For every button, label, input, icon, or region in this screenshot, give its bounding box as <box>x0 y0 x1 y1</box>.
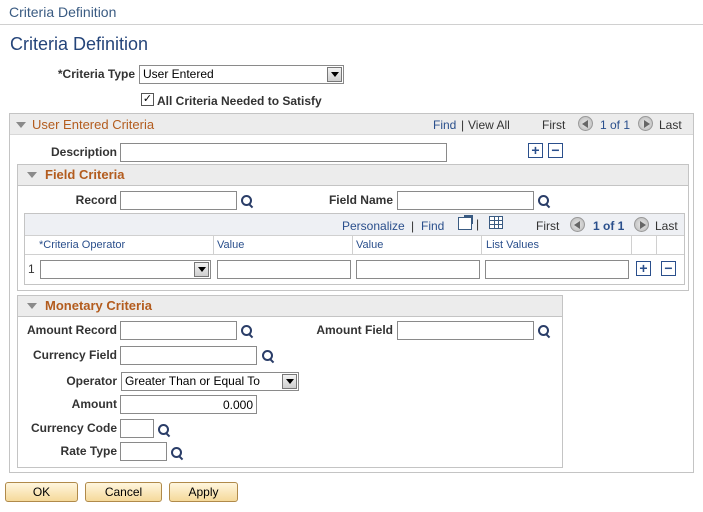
breadcrumb-title: Criteria Definition <box>9 4 117 20</box>
column-header-list-values: List Values <box>486 239 539 251</box>
arrow-right-circle-icon[interactable] <box>638 116 653 131</box>
find-link[interactable]: Find <box>433 118 456 132</box>
all-criteria-checkbox[interactable]: ✓ <box>141 93 154 106</box>
grid-page-info: 1 of 1 <box>593 219 625 233</box>
arrow-right-circle-icon[interactable] <box>634 217 649 232</box>
apply-button[interactable]: Apply <box>169 482 238 502</box>
add-row-button[interactable]: + <box>528 143 543 158</box>
amount-field-input[interactable] <box>397 321 534 340</box>
first-label[interactable]: First <box>542 118 565 132</box>
user-entered-criteria-title: User Entered Criteria <box>32 117 155 132</box>
page-info: 1 of 1 <box>600 118 631 132</box>
triangle-down-icon[interactable] <box>27 172 37 178</box>
currency-field-label: Currency Field <box>32 348 117 362</box>
grid-first-label[interactable]: First <box>536 219 559 233</box>
amount-record-input[interactable] <box>120 321 237 340</box>
currency-code-label: Currency Code <box>30 421 117 435</box>
spreadsheet-icon[interactable] <box>489 216 503 229</box>
value-1-input[interactable] <box>217 260 351 279</box>
rate-type-label: Rate Type <box>60 444 117 458</box>
new-window-icon[interactable] <box>458 215 473 230</box>
magnifier-icon[interactable] <box>537 324 551 338</box>
row-number: 1 <box>28 262 35 276</box>
magnifier-icon[interactable] <box>240 194 254 208</box>
top-bar: Criteria Definition <box>0 0 703 25</box>
column-divider <box>213 236 214 255</box>
chevron-down-icon <box>282 374 297 389</box>
criteria-type-select[interactable]: User Entered <box>139 65 344 84</box>
triangle-down-icon[interactable] <box>16 122 26 128</box>
ok-button[interactable]: OK <box>5 482 78 502</box>
magnifier-icon[interactable] <box>537 194 551 208</box>
nav-separator: | <box>461 118 465 132</box>
list-values-input[interactable] <box>485 260 629 279</box>
criteria-type-label: *Criteria Type <box>57 67 135 81</box>
record-input[interactable] <box>120 191 237 210</box>
field-name-label: Field Name <box>328 193 393 207</box>
magnifier-icon[interactable] <box>170 446 184 460</box>
magnifier-icon[interactable] <box>240 324 254 338</box>
column-header-criteria-operator: *Criteria Operator <box>39 239 126 251</box>
grid-find-link[interactable]: Find <box>421 219 444 233</box>
column-divider <box>656 236 657 255</box>
chevron-down-icon <box>327 67 342 82</box>
grid-nav-separator: | <box>411 219 415 233</box>
view-all-link[interactable]: View All <box>468 118 510 132</box>
magnifier-icon[interactable] <box>261 349 275 363</box>
grid-add-row-button[interactable]: + <box>636 261 651 276</box>
page-title: Criteria Definition <box>10 34 149 54</box>
arrow-left-circle-icon[interactable] <box>570 217 585 232</box>
column-divider <box>352 236 353 255</box>
currency-field-input[interactable] <box>120 346 257 365</box>
currency-code-input[interactable] <box>120 419 154 438</box>
column-divider <box>481 236 482 255</box>
operator-select[interactable]: Greater Than or Equal To <box>121 372 299 391</box>
magnifier-icon[interactable] <box>157 423 171 437</box>
last-label[interactable]: Last <box>659 118 682 132</box>
grid-nav-separator-2: | <box>476 217 480 231</box>
grid-last-label[interactable]: Last <box>655 219 678 233</box>
monetary-criteria-title: Monetary Criteria <box>45 298 152 313</box>
column-divider <box>631 236 632 255</box>
field-name-input[interactable] <box>397 191 534 210</box>
arrow-left-circle-icon[interactable] <box>578 116 593 131</box>
amount-input[interactable] <box>120 395 257 414</box>
all-criteria-label: All Criteria Needed to Satisfy <box>157 94 322 108</box>
description-input[interactable] <box>120 143 447 162</box>
field-criteria-title: Field Criteria <box>45 167 125 182</box>
grid-delete-row-button[interactable]: − <box>661 261 676 276</box>
amount-record-label: Amount Record <box>27 323 117 337</box>
operator-value: Greater Than or Equal To <box>125 374 260 388</box>
column-header-value-1: Value <box>217 239 245 251</box>
column-header-value-2: Value <box>356 239 384 251</box>
record-label: Record <box>75 193 117 207</box>
amount-label: Amount <box>71 397 117 411</box>
chevron-down-icon <box>194 262 209 277</box>
triangle-down-icon[interactable] <box>27 303 37 309</box>
criteria-operator-select[interactable] <box>40 260 211 279</box>
cancel-button[interactable]: Cancel <box>85 482 162 502</box>
criteria-type-value: User Entered <box>143 67 214 81</box>
personalize-link[interactable]: Personalize <box>342 219 405 233</box>
amount-field-label: Amount Field <box>316 323 393 337</box>
description-label: Description <box>50 145 117 159</box>
value-2-input[interactable] <box>356 260 480 279</box>
rate-type-input[interactable] <box>120 442 167 461</box>
operator-label: Operator <box>66 374 117 388</box>
delete-row-button[interactable]: − <box>548 143 563 158</box>
